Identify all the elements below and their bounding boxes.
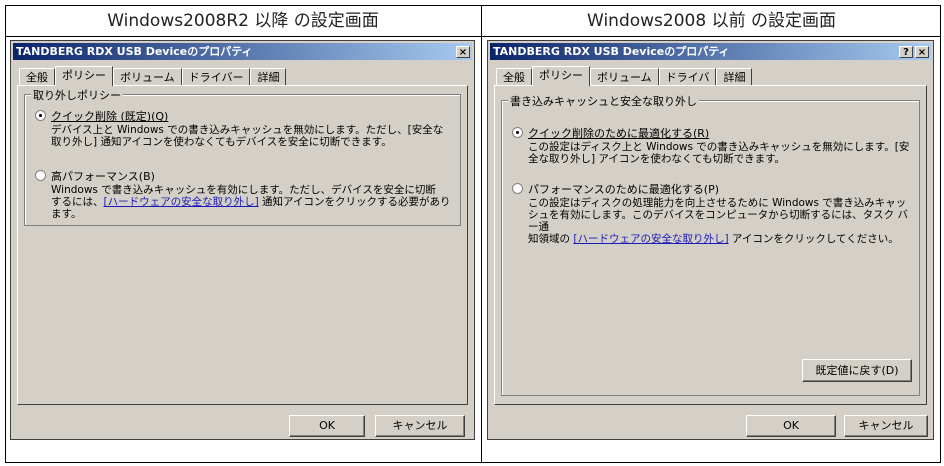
- tab-policy[interactable]: ポリシー: [532, 66, 590, 86]
- right-properties-dialog: TANDBERG RDX USB Deviceのプロパティ ? × 全般 ポリシ…: [487, 40, 934, 440]
- tab-volume[interactable]: ボリューム: [113, 68, 182, 85]
- ok-button[interactable]: OK: [289, 415, 365, 437]
- tab-general[interactable]: 全般: [19, 68, 55, 85]
- quick-removal-description: デバイス上と Windows での書き込みキャッシュを無効にします。ただし、[安…: [51, 124, 444, 148]
- high-performance-radio[interactable]: [35, 170, 46, 181]
- quick-removal-label[interactable]: クイック削除 (既定)(Q): [51, 108, 168, 124]
- help-icon[interactable]: ?: [899, 46, 913, 58]
- performance-radio[interactable]: [512, 183, 523, 194]
- left-tab-strip: 全般 ポリシー ボリューム ドライバー 詳細: [19, 66, 287, 86]
- right-title-bar: TANDBERG RDX USB Deviceのプロパティ ? ×: [490, 43, 931, 60]
- close-icon[interactable]: ×: [456, 46, 470, 58]
- quick-removal-description: この設定はディスク上と Windows での書き込みキャッシュを無効にします。[…: [528, 141, 910, 165]
- left-dialog-title: TANDBERG RDX USB Deviceのプロパティ: [16, 45, 253, 58]
- right-tab-strip: 全般 ポリシー ボリューム ドライバ 詳細: [496, 66, 753, 86]
- safe-removal-link[interactable]: [ハードウェアの安全な取り外し]: [573, 233, 728, 245]
- quick-removal-radio[interactable]: [35, 110, 46, 121]
- left-properties-dialog: TANDBERG RDX USB Deviceのプロパティ × 全般 ポリシー …: [10, 40, 475, 440]
- cancel-button[interactable]: キャンセル: [375, 415, 465, 437]
- quick-removal-radio[interactable]: [512, 127, 523, 138]
- right-column-header: Windows2008 以前 の設定画面: [587, 11, 836, 31]
- tab-driver[interactable]: ドライバー: [181, 68, 251, 85]
- left-title-bar: TANDBERG RDX USB Deviceのプロパティ ×: [13, 43, 472, 60]
- right-dialog-title: TANDBERG RDX USB Deviceのプロパティ: [493, 45, 730, 58]
- header-divider: [5, 36, 941, 37]
- right-policy-panel: 書き込みキャッシュと安全な取り外し クイック削除のために最適化する(R) この設…: [494, 85, 927, 405]
- tab-details[interactable]: 詳細: [250, 68, 287, 85]
- quick-removal-label[interactable]: クイック削除のために最適化する(R): [528, 125, 709, 141]
- close-icon[interactable]: ×: [915, 46, 929, 58]
- group-label: 取り外しポリシー: [31, 87, 123, 103]
- tab-driver[interactable]: ドライバ: [658, 68, 717, 85]
- tab-volume[interactable]: ボリューム: [590, 68, 659, 85]
- tab-general[interactable]: 全般: [496, 68, 532, 85]
- write-cache-group: 書き込みキャッシュと安全な取り外し クイック削除のために最適化する(R) この設…: [501, 93, 920, 396]
- tab-details[interactable]: 詳細: [716, 68, 753, 85]
- column-divider: [481, 5, 482, 463]
- left-column-header: Windows2008R2 以降 の設定画面: [107, 11, 379, 31]
- safe-removal-link[interactable]: [ハードウェアの安全な取り外し]: [104, 196, 259, 208]
- cancel-button[interactable]: キャンセル: [844, 415, 928, 437]
- left-policy-panel: 取り外しポリシー クイック削除 (既定)(Q) デバイス上と Windows で…: [17, 85, 468, 405]
- restore-defaults-button[interactable]: 既定値に戻す(D): [802, 359, 912, 382]
- high-performance-description: Windows で書き込みキャッシュを有効にします。ただし、デバイスを安全に切断…: [51, 184, 451, 220]
- tab-policy[interactable]: ポリシー: [55, 66, 113, 86]
- removal-policy-group: 取り外しポリシー クイック削除 (既定)(Q) デバイス上と Windows で…: [24, 87, 461, 226]
- ok-button[interactable]: OK: [746, 415, 836, 437]
- performance-description: この設定はディスクの処理能力を向上させるために Windows で書き込みキャッ…: [528, 197, 908, 245]
- performance-label[interactable]: パフォーマンスのために最適化する(P): [528, 181, 719, 197]
- group-label: 書き込みキャッシュと安全な取り外し: [508, 93, 699, 109]
- high-performance-label[interactable]: 高パフォーマンス(B): [51, 168, 155, 184]
